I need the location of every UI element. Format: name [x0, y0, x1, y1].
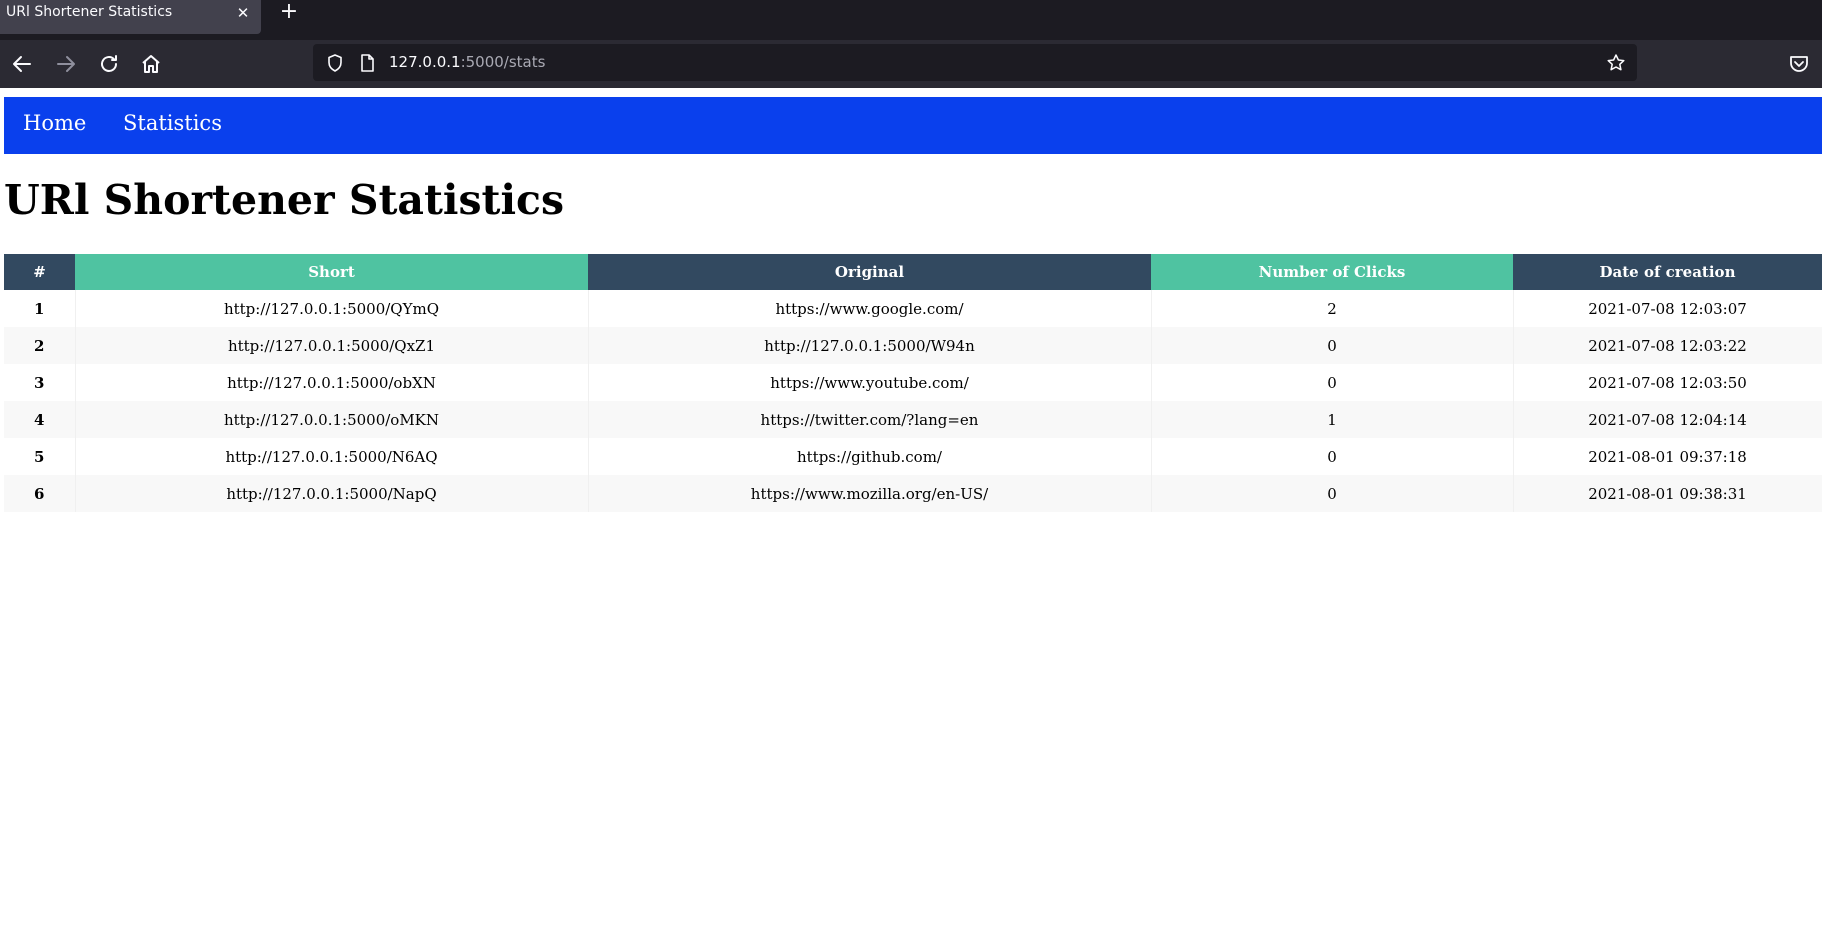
row-id: 2: [4, 327, 76, 364]
creation-date: 2021-07-08 12:04:14: [1513, 401, 1822, 438]
click-count: 0: [1151, 438, 1514, 475]
short-url: http://127.0.0.1:5000/QYmQ: [75, 290, 589, 327]
row-id: 4: [4, 401, 76, 438]
creation-date: 2021-07-08 12:03:22: [1513, 327, 1822, 364]
original-url: https://github.com/: [588, 438, 1152, 475]
browser-toolbar: 127.0.0.1:5000/stats: [0, 40, 1822, 88]
url-path: :5000/stats: [460, 53, 546, 71]
forward-arrow-icon[interactable]: [54, 52, 78, 76]
bookmark-star-icon[interactable]: [1606, 53, 1626, 73]
row-id: 5: [4, 438, 76, 475]
page-title: URl Shortener Statistics: [4, 176, 565, 224]
table-row: 1 http://127.0.0.1:5000/QYmQ https://www…: [4, 290, 1822, 327]
click-count: 0: [1151, 327, 1514, 364]
home-icon[interactable]: [139, 52, 163, 76]
short-url: http://127.0.0.1:5000/obXN: [75, 364, 589, 401]
browser-tab-bar: URl Shortener Statistics ✕ +: [0, 0, 1822, 40]
row-id: 3: [4, 364, 76, 401]
tab-title: URl Shortener Statistics: [6, 4, 173, 20]
nav-link-home[interactable]: Home: [23, 111, 86, 135]
url-host: 127.0.0.1: [389, 53, 461, 71]
click-count: 0: [1151, 364, 1514, 401]
table-row: 2 http://127.0.0.1:5000/QxZ1 http://127.…: [4, 327, 1822, 364]
click-count: 0: [1151, 475, 1514, 512]
original-url: https://www.mozilla.org/en-US/: [588, 475, 1152, 512]
column-header-date: Date of creation: [1513, 254, 1822, 290]
table-header-row: # Short Original Number of Clicks Date o…: [4, 254, 1822, 290]
click-count: 2: [1151, 290, 1514, 327]
shield-icon[interactable]: [325, 53, 345, 73]
page-icon[interactable]: [357, 53, 377, 73]
new-tab-icon[interactable]: +: [277, 1, 301, 25]
column-header-clicks: Number of Clicks: [1151, 254, 1513, 290]
table-row: 5 http://127.0.0.1:5000/N6AQ https://git…: [4, 438, 1822, 475]
url-text[interactable]: 127.0.0.1:5000/stats: [389, 53, 545, 71]
back-arrow-icon[interactable]: [10, 52, 34, 76]
column-header-number: #: [4, 254, 75, 290]
table-row: 3 http://127.0.0.1:5000/obXN https://www…: [4, 364, 1822, 401]
nav-link-statistics[interactable]: Statistics: [123, 111, 222, 135]
short-url: http://127.0.0.1:5000/N6AQ: [75, 438, 589, 475]
site-navbar: Home Statistics: [4, 97, 1822, 154]
original-url: https://www.google.com/: [588, 290, 1152, 327]
close-tab-icon[interactable]: ✕: [233, 3, 253, 23]
creation-date: 2021-08-01 09:38:31: [1513, 475, 1822, 512]
creation-date: 2021-07-08 12:03:50: [1513, 364, 1822, 401]
short-url: http://127.0.0.1:5000/oMKN: [75, 401, 589, 438]
original-url: https://twitter.com/?lang=en: [588, 401, 1152, 438]
pocket-icon[interactable]: [1787, 52, 1811, 76]
short-url: http://127.0.0.1:5000/NapQ: [75, 475, 589, 512]
creation-date: 2021-08-01 09:37:18: [1513, 438, 1822, 475]
click-count: 1: [1151, 401, 1514, 438]
original-url: https://www.youtube.com/: [588, 364, 1152, 401]
browser-tab[interactable]: URl Shortener Statistics ✕: [0, 0, 261, 34]
short-url: http://127.0.0.1:5000/QxZ1: [75, 327, 589, 364]
address-bar[interactable]: 127.0.0.1:5000/stats: [313, 44, 1637, 81]
stats-table: # Short Original Number of Clicks Date o…: [4, 254, 1822, 512]
column-header-short: Short: [75, 254, 588, 290]
row-id: 6: [4, 475, 76, 512]
table-row: 6 http://127.0.0.1:5000/NapQ https://www…: [4, 475, 1822, 512]
reload-icon[interactable]: [97, 52, 121, 76]
original-url: http://127.0.0.1:5000/W94n: [588, 327, 1152, 364]
column-header-original: Original: [588, 254, 1151, 290]
row-id: 1: [4, 290, 76, 327]
creation-date: 2021-07-08 12:03:07: [1513, 290, 1822, 327]
table-row: 4 http://127.0.0.1:5000/oMKN https://twi…: [4, 401, 1822, 438]
